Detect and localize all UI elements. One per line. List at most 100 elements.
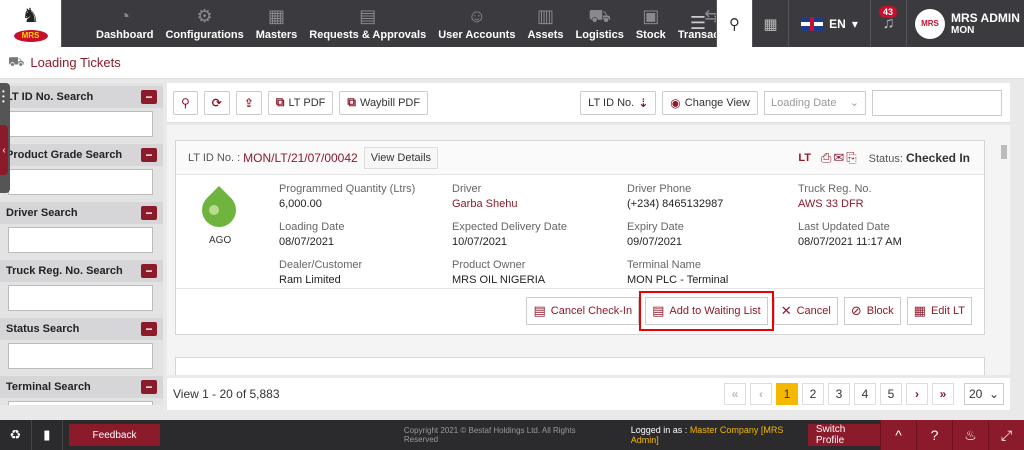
waybill-pdf-button[interactable]: ⧉ Waybill PDF [339, 90, 429, 115]
help-icon[interactable]: ? [916, 420, 952, 450]
page-5-button[interactable]: 5 [880, 383, 902, 405]
filter-label: Truck Reg. No. Search [6, 265, 123, 277]
truck-link[interactable]: AWS 33 DFR [798, 198, 872, 210]
add-to-waiting-list-button[interactable]: ▤ Add to Waiting List [639, 291, 774, 331]
building-icon: ▦ [267, 6, 285, 26]
filter-header[interactable]: LT ID No. Search − [0, 86, 163, 108]
filter-input[interactable] [872, 89, 1002, 116]
nav-item-dashboard[interactable]: ◔ Dashboard [90, 0, 159, 47]
filter-header[interactable]: Truck Reg. No. Search − [0, 260, 163, 282]
truck-icon: ⛟ [588, 6, 612, 26]
export-button[interactable]: ⇪ [235, 90, 262, 115]
nav-item-configurations[interactable]: ⚙ Configurations [159, 0, 249, 47]
filter-group: Truck Reg. No. Search − [0, 257, 163, 311]
block-button[interactable]: ⊘ Block [843, 297, 901, 325]
filter-header[interactable]: Product Grade Search − [0, 144, 163, 166]
nav-item-logistics[interactable]: ⛟ Logistics [570, 0, 630, 47]
nav-item-requests-approvals[interactable]: ▤ Requests & Approvals [303, 0, 432, 47]
feedback-button[interactable]: Feedback [69, 424, 160, 446]
collapse-minus-icon[interactable]: − [141, 148, 157, 162]
field-product-owner: Product Owner MRS OIL NIGERIA [452, 259, 546, 286]
pdf-icon[interactable]: ⎘ [846, 150, 858, 165]
nav-label: Logistics [575, 29, 624, 41]
nav-item-masters[interactable]: ▦ Masters [250, 0, 304, 47]
prev-page-button[interactable]: ‹ [750, 383, 772, 405]
switch-profile-button[interactable]: Switch Profile [807, 424, 880, 446]
refresh-button[interactable]: ⟳ [203, 90, 230, 115]
chevron-up-icon[interactable]: ^ [880, 420, 916, 450]
sidebar-collapse-button[interactable]: ‹ [0, 125, 8, 175]
bookmark-icon[interactable]: ▮ [32, 420, 64, 450]
collapse-minus-icon[interactable]: − [141, 90, 157, 104]
edit-lt-button[interactable]: ▦ Edit LT [906, 297, 972, 325]
recycle-icon[interactable]: ♻ [0, 420, 32, 450]
filter-header[interactable]: Status Search − [0, 318, 163, 340]
ticket-card: LT ID No. : MON/LT/21/07/00042 View Deta… [175, 140, 985, 335]
search-button[interactable]: ⚲ [173, 90, 198, 115]
apps-grid-icon[interactable]: ▦ [752, 0, 788, 47]
chevron-down-icon: ⌄ [988, 387, 999, 401]
notifications-button[interactable]: 43 ♫ [870, 0, 906, 47]
filter-input[interactable] [8, 343, 153, 369]
lt-pdf-button[interactable]: ⧉ LT PDF [267, 90, 334, 115]
page-3-button[interactable]: 3 [828, 383, 850, 405]
user-name: MRS ADMIN [951, 10, 1020, 25]
page-2-button[interactable]: 2 [802, 383, 824, 405]
nav-item-assets[interactable]: ▥ Assets [521, 0, 569, 47]
fuel-drop-icon [194, 185, 244, 235]
page-4-button[interactable]: 4 [854, 383, 876, 405]
cancel-checkin-button[interactable]: ▤ Cancel Check-In [526, 297, 640, 325]
filter-sidebar: LT ID No. Search − Product Grade Search − Dr… [0, 83, 163, 405]
main-content: ⚲ ⟳ ⇪ ⧉ LT PDF ⧉ Waybill PDF LT ID No. ⇣ ◉ C… [167, 83, 1010, 411]
page-1-button[interactable]: 1 [776, 383, 798, 405]
print-icon[interactable]: ⎙ [821, 150, 833, 165]
collapse-minus-icon[interactable]: − [141, 322, 157, 336]
list-scrollbar[interactable] [1000, 133, 1008, 373]
sort-button[interactable]: LT ID No. ⇣ [580, 90, 657, 115]
email-icon[interactable]: ✉ [833, 150, 846, 165]
collapse-minus-icon[interactable]: − [141, 380, 157, 394]
user-menu[interactable]: MRS MRS ADMIN MON [906, 0, 1024, 47]
field-programmed-qty: Programmed Quantity (Ltrs) 6,000.00 [279, 183, 416, 210]
language-label: EN [829, 16, 846, 31]
uk-flag-icon [801, 16, 824, 31]
view-details-button[interactable]: View Details [363, 146, 439, 169]
filter-header[interactable]: Terminal Search − [0, 376, 163, 398]
first-page-button[interactable]: « [724, 383, 746, 405]
fire-icon[interactable]: ♨ [952, 420, 988, 450]
brand-logo[interactable]: ♞ MRS [0, 0, 62, 47]
change-view-button[interactable]: ◉ Change View [662, 90, 758, 115]
next-page-button[interactable]: › [906, 383, 928, 405]
cancel-button[interactable]: ✕ Cancel [773, 297, 838, 325]
ticket-list: LT ID No. : MON/LT/21/07/00042 View Deta… [167, 125, 1010, 375]
nav-label: Requests & Approvals [309, 29, 427, 41]
field-expiry-date: Expiry Date 09/07/2021 [627, 221, 684, 248]
last-page-button[interactable]: » [932, 383, 954, 405]
per-page-value: 20 [969, 387, 983, 401]
ticket-status: Status: Checked In [869, 151, 970, 165]
driver-link[interactable]: Garba Shehu [452, 198, 517, 210]
nav-label: Masters [255, 29, 298, 41]
filter-input[interactable] [8, 401, 153, 405]
filter-input[interactable] [8, 227, 153, 253]
logged-in-info: Logged in as : Master Company [MRS Admin… [630, 425, 784, 445]
per-page-select[interactable]: 20 ⌄ [964, 383, 1004, 405]
sort-field-select[interactable]: Loading Date ⌄ [764, 90, 866, 115]
hamburger-menu-icon[interactable]: ☰ [680, 0, 716, 47]
users-icon: ☺ [467, 6, 487, 26]
language-selector[interactable]: EN ▾ [788, 0, 870, 47]
filter-input[interactable] [8, 285, 153, 311]
filter-label: Terminal Search [6, 381, 91, 393]
search-icon[interactable]: ⚲ [716, 0, 752, 47]
filter-input[interactable] [8, 111, 153, 137]
block-icon: ⊘ [850, 303, 862, 318]
fullscreen-icon[interactable]: ⤢ [988, 420, 1024, 450]
close-icon: ✕ [780, 303, 792, 318]
nav-item-stock[interactable]: ▣ Stock [630, 0, 672, 47]
filter-header[interactable]: Driver Search − [0, 202, 163, 224]
collapse-minus-icon[interactable]: − [141, 206, 157, 220]
nav-item-user-accounts[interactable]: ☺ User Accounts [432, 0, 521, 47]
filter-input[interactable] [8, 169, 153, 195]
nav-label: Dashboard [96, 29, 154, 41]
collapse-minus-icon[interactable]: − [141, 264, 157, 278]
